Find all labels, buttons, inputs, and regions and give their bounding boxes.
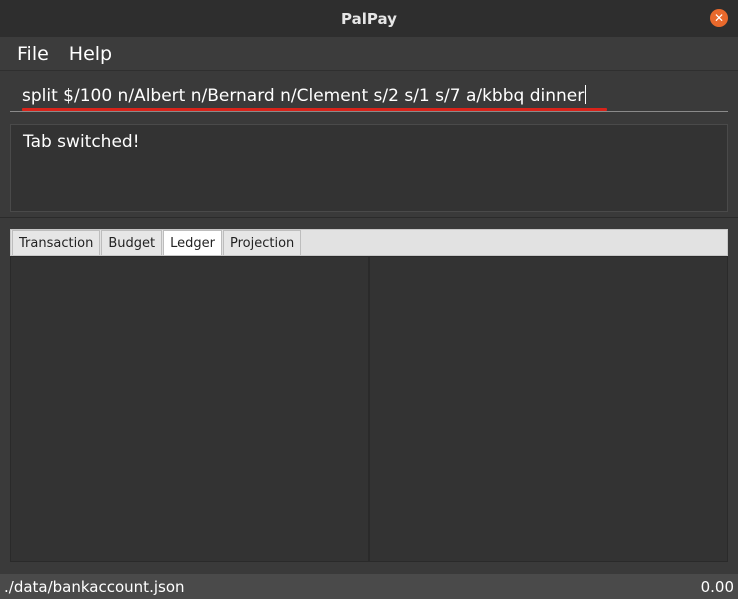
tab-strip: Transaction Budget Ledger Projection [10,229,728,256]
menu-bar: File Help [0,37,738,71]
command-input[interactable]: split $/100 n/Albert n/Bernard n/Clement… [10,80,728,112]
result-area: Tab switched! [0,118,738,218]
tab-transaction[interactable]: Transaction [12,230,101,255]
status-file-path: ./data/bankaccount.json [4,577,185,596]
command-text-wrap: split $/100 n/Albert n/Bernard n/Clement… [22,85,587,106]
window-title: PalPay [341,9,397,28]
command-area: split $/100 n/Albert n/Bernard n/Clement… [0,72,738,117]
ledger-panel [10,256,728,562]
tab-budget[interactable]: Budget [101,230,163,255]
result-display: Tab switched! [10,124,728,212]
tab-ledger[interactable]: Ledger [163,230,222,255]
menu-help[interactable]: Help [61,43,120,65]
text-caret [585,85,587,104]
status-bar: ./data/bankaccount.json 0.00 [0,574,738,599]
ledger-right-pane [372,257,727,561]
menu-file[interactable]: File [9,43,57,65]
command-text: split $/100 n/Albert n/Bernard n/Clement… [22,86,585,106]
error-underline [22,108,607,111]
title-bar: PalPay ✕ [0,0,738,37]
result-message: Tab switched! [23,132,140,152]
tab-projection[interactable]: Projection [223,230,302,255]
close-icon[interactable]: ✕ [710,9,728,27]
ledger-left-pane [11,257,370,561]
status-balance: 0.00 [700,577,734,596]
